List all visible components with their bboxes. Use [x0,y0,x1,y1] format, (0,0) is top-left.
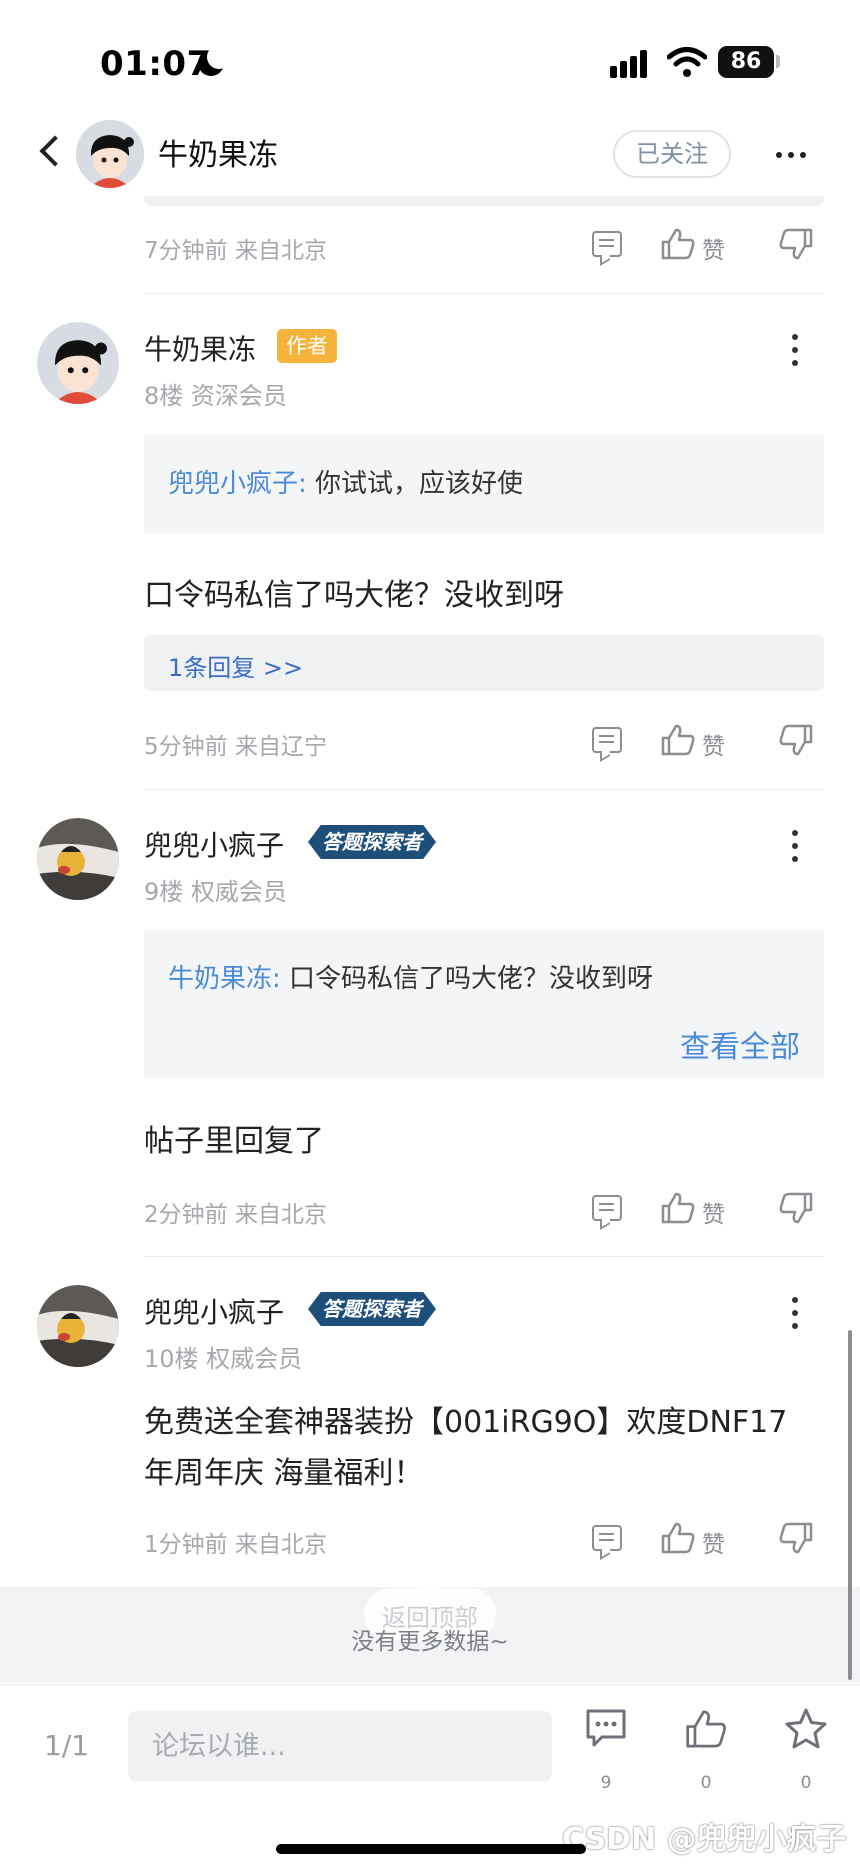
like-label[interactable]: 赞 [702,1525,725,1559]
thumbs-up-icon[interactable] [660,1521,696,1555]
thumbs-up-icon[interactable] [660,1191,696,1225]
comment-content: 帖子里回复了 [144,1124,324,1159]
user-avatar[interactable] [37,818,119,900]
favorite-button[interactable]: 0 [776,1707,836,1797]
battery-icon: 86 [718,46,774,78]
thumbs-up-icon[interactable] [660,723,696,757]
favorite-count: 0 [800,1773,812,1793]
comment-content: 口令码私信了吗大佬？没收到呀 [144,578,564,613]
comment-more-icon[interactable] [792,1297,798,1329]
comment-divider [144,1256,824,1257]
user-avatar[interactable] [37,1285,119,1367]
comment-count: 9 [600,1773,612,1793]
quote-line: 兜兜小疯子: 你试试，应该好使 [168,463,523,500]
quote-username[interactable]: 牛奶果冻: [168,964,281,994]
comment-more-icon[interactable] [792,334,798,366]
like-label[interactable]: 赞 [702,1195,725,1229]
comment-meta-row: 7分钟前 来自北京 赞 [144,221,824,271]
scrollbar[interactable] [848,1330,852,1680]
comment-content-line: 年周年庆 海量福利！ [144,1456,424,1491]
user-avatar[interactable] [37,322,119,404]
quote-line: 牛奶果冻: 口令码私信了吗大佬？没收到呀 [168,958,653,995]
quote-text: 你试试，应该好使 [315,469,524,499]
page-indicator[interactable]: 1/1 [44,1729,89,1762]
floor-level: 9楼 权威会员 [144,878,287,906]
comment-more-icon[interactable] [792,830,798,862]
quiz-explorer-badge: 答题探索者 [308,1292,436,1326]
like-count: 0 [700,1773,712,1793]
comment-username[interactable]: 牛奶果冻 [144,328,256,368]
like-button[interactable]: 0 [676,1707,736,1797]
comment-divider [144,293,824,294]
comment-time-location: 7分钟前 来自北京 [144,238,327,264]
thumbs-down-icon[interactable] [778,227,814,261]
watermark: CSDN @兜兜小疯子 [562,1822,847,1857]
view-replies-label[interactable]: 1条回复 >> [168,648,303,683]
reply-icon[interactable] [592,727,622,753]
comment-time-location: 2分钟前 来自北京 [144,1202,327,1228]
quoted-reply[interactable]: 牛奶果冻: 口令码私信了吗大佬？没收到呀 查看全部 [144,930,824,1078]
like-label[interactable]: 赞 [702,727,725,761]
comment-input[interactable] [128,1711,552,1781]
battery-tip [776,55,780,68]
reply-icon[interactable] [592,1525,622,1551]
comment-meta-row: 2分钟前 来自北京 赞 [144,1185,824,1235]
like-label[interactable]: 赞 [702,231,725,265]
back-arrow-icon[interactable] [39,135,71,167]
author-badge: 作者 [277,329,337,363]
author-avatar[interactable] [76,120,144,188]
quiz-explorer-badge: 答题探索者 [308,825,436,859]
wifi-icon [667,47,707,77]
no-more-data-text: 没有更多数据~ [351,1629,509,1655]
moon-icon [198,45,231,76]
star-icon [785,1708,827,1749]
floor-level: 10楼 权威会员 [144,1345,303,1373]
comments-button[interactable]: 9 [576,1707,636,1797]
reply-icon[interactable] [592,1195,622,1221]
follow-button[interactable]: 已关注 [613,130,731,178]
cellular-signal-icon [610,48,654,78]
previous-content-edge [144,196,824,206]
quote-username[interactable]: 兜兜小疯子: [168,469,307,499]
comment-content: 免费送全套神器装扮【001iRG9O】欢度DNF17 年周年庆 海量福利！ [144,1397,824,1499]
view-replies-button[interactable]: 1条回复 >> [144,635,824,691]
comment-bubble-icon [586,1709,626,1747]
comment-time-location: 1分钟前 来自北京 [144,1532,327,1558]
comment-username[interactable]: 兜兜小疯子 [144,824,284,864]
status-time: 01:07 [100,44,211,84]
thumbs-down-icon[interactable] [778,723,814,757]
thumbs-down-icon[interactable] [778,1191,814,1225]
comment-time-location: 5分钟前 来自辽宁 [144,734,327,760]
home-indicator[interactable] [276,1844,586,1854]
comment-meta-row: 1分钟前 来自北京 赞 [144,1515,824,1565]
floor-level: 8楼 资深会员 [144,382,287,410]
more-options-icon[interactable] [776,152,806,158]
thumbs-down-icon[interactable] [778,1521,814,1555]
comment-meta-row: 5分钟前 来自辽宁 赞 [144,717,824,767]
comment-divider [144,789,824,790]
quoted-reply[interactable]: 兜兜小疯子: 你试试，应该好使 [144,435,824,533]
quote-text: 口令码私信了吗大佬？没收到呀 [289,964,654,994]
post-header: 牛奶果冻 已关注 [0,110,860,200]
thumbs-up-icon[interactable] [660,227,696,261]
thumbs-up-icon [686,1710,726,1748]
status-bar: 01:07 86 [0,0,860,120]
comment-content-line: 免费送全套神器装扮【001iRG9O】欢度DNF17 [144,1405,788,1440]
view-all-link[interactable]: 查看全部 [680,1022,800,1066]
comment-username[interactable]: 兜兜小疯子 [144,1291,284,1331]
author-name[interactable]: 牛奶果冻 [158,130,278,174]
reply-icon[interactable] [592,231,622,257]
